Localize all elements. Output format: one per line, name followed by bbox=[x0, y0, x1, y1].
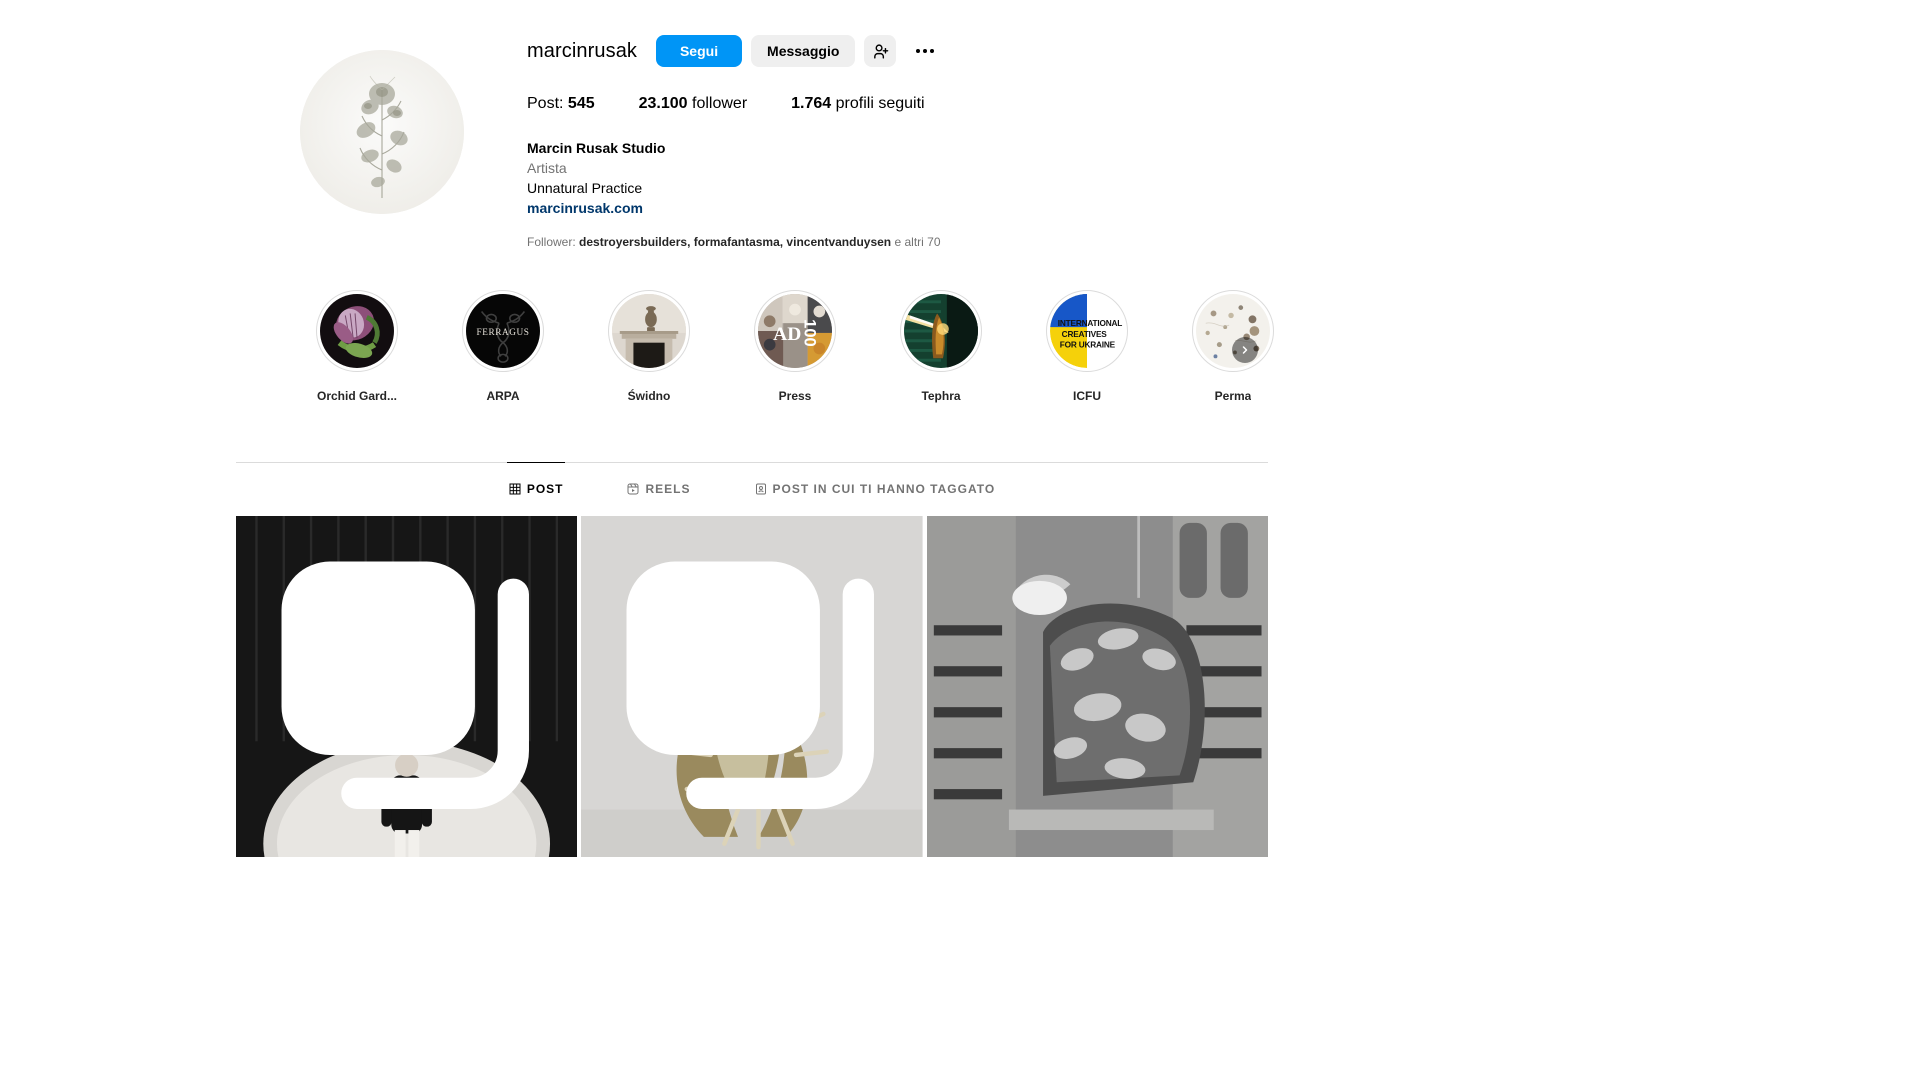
tagged-icon bbox=[755, 483, 766, 494]
posts-stat: Post: 545 bbox=[527, 92, 595, 116]
add-person-icon bbox=[874, 43, 889, 59]
stats-row: Post: 545 23.100 follower 1.764 profili … bbox=[527, 92, 1268, 116]
svg-text:FERRAGUS: FERRAGUS bbox=[477, 328, 530, 338]
profile-info-column: marcinrusak Segui Messaggio Post: 545 23… bbox=[527, 30, 1268, 250]
tab-label: POST IN CUI TI HANNO TAGGATO bbox=[772, 481, 996, 496]
more-dot bbox=[916, 49, 921, 53]
highlight-label: ICFU bbox=[1073, 389, 1101, 403]
post-grid bbox=[236, 516, 1268, 858]
highlight-label: Tephra bbox=[921, 389, 961, 403]
highlight-ring bbox=[900, 290, 982, 372]
story-highlights: Orchid Gard... FERRAGUS ARPA Świdno AD 1… bbox=[236, 290, 1274, 404]
highlight-label: Perma bbox=[1214, 389, 1252, 403]
highlight-label: Press bbox=[778, 389, 812, 403]
svg-text:INTERNATIONAL: INTERNATIONAL bbox=[1058, 319, 1122, 328]
highlight-ring bbox=[1192, 290, 1274, 372]
highlight-ring: FERRAGUS bbox=[462, 290, 544, 372]
story-highlight-icfu[interactable]: INTERNATIONAL CREATIVES FOR UKRAINE ICFU bbox=[1014, 290, 1160, 404]
mutual-followers: Follower: destroyersbuilders, formafanta… bbox=[527, 234, 1268, 250]
add-person-button[interactable] bbox=[864, 35, 897, 67]
svg-text:AD: AD bbox=[773, 324, 801, 345]
highlight-thumbnail bbox=[320, 294, 394, 368]
highlight-thumbnail bbox=[904, 294, 978, 368]
followers-value: 23.100 bbox=[638, 95, 688, 112]
instagram-profile-page: marcinrusak Segui Messaggio Post: 545 23… bbox=[0, 0, 1920, 1080]
more-dot bbox=[923, 49, 928, 53]
story-highlight-arpa[interactable]: FERRAGUS ARPA bbox=[430, 290, 576, 404]
tab-label: POST bbox=[526, 481, 564, 496]
posts-value: 545 bbox=[567, 95, 595, 112]
carousel-icon bbox=[281, 561, 529, 809]
post-thumbnail[interactable] bbox=[926, 516, 1268, 858]
carousel-icon bbox=[626, 561, 875, 809]
highlight-thumbnail: FERRAGUS bbox=[466, 294, 540, 368]
reels-icon bbox=[627, 483, 639, 494]
story-highlight-widno[interactable]: Świdno bbox=[576, 290, 722, 404]
mutual-followers-prefix: Follower: bbox=[527, 235, 576, 249]
posts-label: Post: bbox=[527, 95, 564, 112]
grid-icon bbox=[509, 483, 521, 494]
username: marcinrusak bbox=[527, 39, 638, 62]
avatar-column bbox=[236, 30, 527, 250]
story-highlight-orchid-gard[interactable]: Orchid Gard... bbox=[284, 290, 430, 404]
highlight-thumbnail bbox=[612, 294, 686, 368]
mutual-followers-names[interactable]: destroyersbuilders, formafantasma, vince… bbox=[579, 235, 891, 249]
highlight-thumbnail: AD 100 bbox=[758, 294, 832, 368]
tab-reels[interactable]: REELS bbox=[625, 462, 692, 514]
bio-text-line: Unnatural Practice bbox=[527, 180, 643, 196]
highlight-ring: AD 100 bbox=[754, 290, 836, 372]
tab-label: REELS bbox=[645, 481, 691, 496]
avatar-image bbox=[299, 50, 464, 214]
svg-text:100: 100 bbox=[801, 319, 820, 347]
following-value: 1.764 bbox=[791, 95, 832, 112]
chevron-right-icon bbox=[1242, 346, 1248, 354]
followers-stat[interactable]: 23.100 follower bbox=[639, 92, 748, 116]
highlight-label: ARPA bbox=[486, 389, 520, 403]
highlights-next-button[interactable] bbox=[1232, 337, 1258, 363]
post-thumbnail[interactable] bbox=[236, 516, 578, 858]
bio-full-name: Marcin Rusak Studio bbox=[527, 140, 666, 156]
story-highlight-tephra[interactable]: Tephra bbox=[868, 290, 1014, 404]
highlight-ring bbox=[316, 290, 398, 372]
highlight-label: Świdno bbox=[627, 389, 671, 403]
following-stat[interactable]: 1.764 profili seguiti bbox=[791, 92, 924, 116]
followers-label: follower bbox=[692, 95, 748, 112]
bio-section: Marcin Rusak Studio Artista Unnatural Pr… bbox=[527, 138, 1268, 218]
svg-text:FOR UKRAINE: FOR UKRAINE bbox=[1060, 341, 1116, 350]
avatar[interactable] bbox=[299, 50, 464, 214]
tab-post[interactable]: POST bbox=[506, 462, 566, 514]
mutual-followers-suffix[interactable]: e altri 70 bbox=[894, 235, 940, 249]
more-dot bbox=[930, 49, 935, 53]
message-button[interactable]: Messaggio bbox=[751, 35, 856, 67]
bio-category: Artista bbox=[527, 160, 567, 176]
follow-button[interactable]: Segui bbox=[656, 35, 743, 67]
content-column: marcinrusak Segui Messaggio Post: 545 23… bbox=[236, 0, 1274, 858]
username-row: marcinrusak Segui Messaggio bbox=[527, 32, 1268, 70]
highlight-ring: INTERNATIONAL CREATIVES FOR UKRAINE bbox=[1046, 290, 1128, 372]
post-thumbnail[interactable] bbox=[581, 516, 923, 858]
highlight-ring bbox=[608, 290, 690, 372]
following-label: profili seguiti bbox=[835, 95, 925, 112]
story-highlight-press[interactable]: AD 100 Press bbox=[722, 290, 868, 404]
svg-text:CREATIVES: CREATIVES bbox=[1062, 330, 1108, 339]
more-options-button[interactable] bbox=[909, 35, 941, 67]
profile-tabs: POST REELS POST IN CUI TI HANNO TAGGATO bbox=[236, 462, 1268, 514]
tab-post[interactable]: POST IN CUI TI HANNO TAGGATO bbox=[753, 462, 998, 514]
profile-header: marcinrusak Segui Messaggio Post: 545 23… bbox=[236, 0, 1268, 250]
tabs-separator: POST REELS POST IN CUI TI HANNO TAGGATO bbox=[236, 462, 1268, 514]
highlight-label: Orchid Gard... bbox=[316, 389, 397, 403]
highlight-thumbnail: INTERNATIONAL CREATIVES FOR UKRAINE bbox=[1050, 294, 1124, 368]
bio-website-link[interactable]: marcinrusak.com bbox=[527, 200, 643, 216]
